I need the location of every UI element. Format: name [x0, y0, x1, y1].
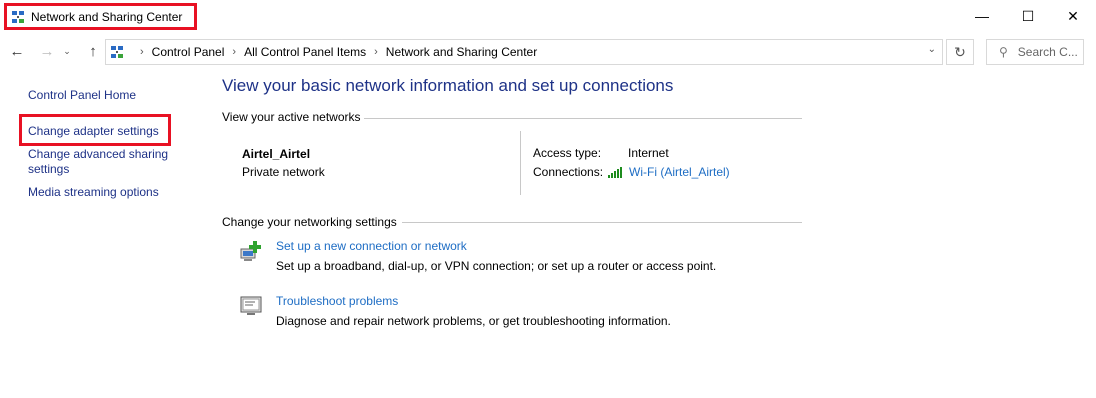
access-type-value: Internet: [628, 146, 669, 160]
change-adapter-settings-link[interactable]: Change adapter settings: [28, 124, 159, 139]
address-dropdown-icon[interactable]: ⌄: [928, 44, 936, 55]
search-input[interactable]: [1017, 45, 1078, 59]
media-streaming-options-link[interactable]: Media streaming options: [28, 185, 159, 200]
troubleshoot-problems-link[interactable]: Troubleshoot problems: [276, 294, 398, 308]
navigation-bar: ← → ⌄ ↑ › Control Panel › All Control Pa…: [0, 34, 1096, 68]
setup-connection-link[interactable]: Set up a new connection or network: [276, 239, 467, 253]
window-title: Network and Sharing Center: [31, 9, 183, 24]
network-center-icon: [11, 10, 25, 24]
minimize-button[interactable]: —: [959, 0, 1005, 32]
search-box[interactable]: ⚲: [986, 39, 1084, 65]
troubleshoot-icon: [240, 294, 264, 316]
network-category-link[interactable]: Private network: [242, 165, 325, 179]
access-type-label: Access type:: [533, 146, 602, 160]
network-center-icon: [110, 45, 124, 59]
recent-locations-chevron-icon[interactable]: ⌄: [60, 40, 74, 62]
close-button[interactable]: ✕: [1050, 0, 1096, 32]
vertical-divider: [520, 131, 521, 195]
section-divider: [364, 118, 802, 119]
wifi-signal-icon: [608, 166, 623, 178]
section-divider: [402, 222, 802, 223]
connections-label: Connections:: [533, 165, 604, 179]
search-icon: ⚲: [999, 45, 1008, 59]
refresh-button[interactable]: ↻: [946, 39, 974, 65]
maximize-button[interactable]: ☐: [1005, 0, 1051, 32]
wifi-connection-label[interactable]: Wi-Fi (Airtel_Airtel): [629, 165, 730, 179]
breadcrumb-network-center[interactable]: Network and Sharing Center: [386, 45, 537, 59]
network-name: Airtel_Airtel: [242, 147, 311, 161]
breadcrumb-separator-icon[interactable]: ›: [140, 46, 144, 58]
networking-settings-heading: Change your networking settings: [222, 215, 397, 229]
address-bar[interactable]: › Control Panel › All Control Panel Item…: [105, 39, 943, 65]
page-title: View your basic network information and …: [222, 76, 674, 95]
breadcrumb-separator-icon[interactable]: ›: [374, 46, 378, 58]
title-highlight-box: Network and Sharing Center: [4, 3, 198, 30]
wifi-connection-link[interactable]: Wi-Fi (Airtel_Airtel): [608, 165, 730, 179]
troubleshoot-description: Diagnose and repair network problems, or…: [276, 314, 671, 328]
breadcrumb-separator-icon[interactable]: ›: [232, 46, 236, 58]
change-advanced-sharing-settings-link[interactable]: Change advanced sharing settings: [28, 147, 198, 177]
network-setup-icon: [240, 239, 264, 261]
breadcrumb-control-panel[interactable]: Control Panel: [152, 45, 225, 59]
back-arrow-icon[interactable]: ←: [6, 40, 28, 62]
control-panel-home-link[interactable]: Control Panel Home: [28, 88, 136, 103]
title-bar: Network and Sharing Center — ☐ ✕: [0, 0, 1096, 32]
left-pane: Control Panel Home Change adapter settin…: [0, 70, 210, 398]
setup-connection-description: Set up a broadband, dial-up, or VPN conn…: [276, 259, 717, 273]
forward-arrow-icon[interactable]: →: [36, 40, 58, 62]
up-arrow-icon[interactable]: ↑: [82, 40, 104, 62]
active-networks-heading: View your active networks: [222, 110, 361, 124]
breadcrumb-all-items[interactable]: All Control Panel Items: [244, 45, 366, 59]
